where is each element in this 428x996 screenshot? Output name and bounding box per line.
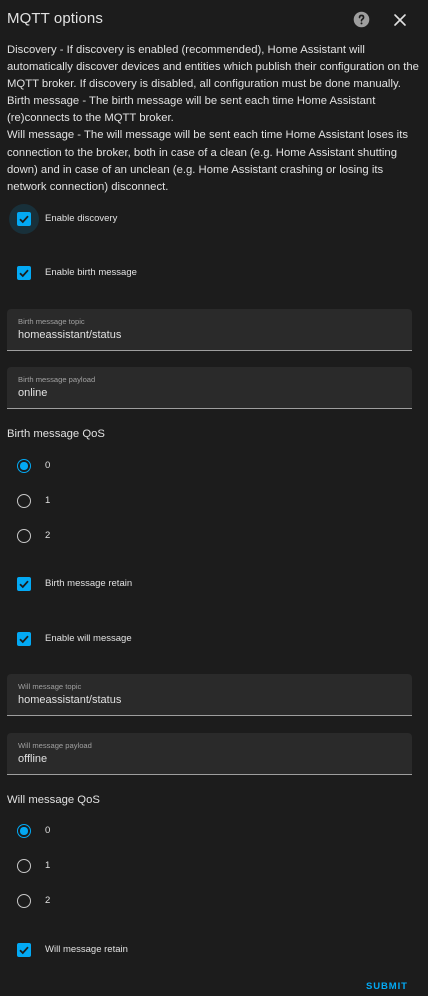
birth-qos-label-0: 0 [45,460,51,471]
birth-retain-label: Birth message retain [45,578,133,589]
will-qos-label-2: 2 [45,895,51,906]
will-qos-option[interactable]: 0 [0,817,428,847]
enable-will-label: Enable will message [45,633,132,644]
birth-qos-radio-0[interactable] [17,459,31,473]
enable-will-checkbox[interactable] [17,632,31,646]
birth-qos-label-2: 2 [45,530,51,541]
will-qos-label-1: 1 [45,860,51,871]
check-icon [19,580,29,589]
enable-birth-checkbox[interactable] [17,266,31,280]
will-qos-option[interactable]: 2 [0,887,428,917]
will-topic-field[interactable]: Will message topic homeassistant/status [7,674,412,716]
birth-topic-label: Birth message topic [18,317,85,326]
enable-will-row[interactable]: Enable will message [0,621,428,661]
will-retain-label: Will message retain [45,944,128,955]
will-retain-checkbox[interactable] [17,943,31,957]
will-payload-input[interactable]: offline [18,753,47,765]
will-qos-radio-2[interactable] [17,894,31,908]
birth-topic-input[interactable]: homeassistant/status [18,329,121,341]
birth-topic-field[interactable]: Birth message topic homeassistant/status [7,309,412,351]
description-will: Will message - The will message will be … [7,129,408,193]
enable-birth-row[interactable]: Enable birth message [0,255,428,295]
dialog-title: MQTT options [7,10,103,27]
birth-payload-field[interactable]: Birth message payload online [7,367,412,409]
birth-retain-checkbox[interactable] [17,577,31,591]
radio-dot [20,462,28,470]
will-payload-label: Will message payload [18,741,92,750]
submit-button[interactable]: SUBMIT [366,981,408,992]
description-discovery: Discovery - If discovery is enabled (rec… [7,44,419,91]
description-birth: Birth message - The birth message will b… [7,95,376,125]
will-qos-radio-0[interactable] [17,824,31,838]
birth-retain-row[interactable]: Birth message retain [0,566,428,606]
birth-payload-label: Birth message payload [18,375,96,384]
will-qos-option[interactable]: 1 [0,852,428,882]
will-qos-radio-1[interactable] [17,859,31,873]
check-icon [19,946,29,955]
birth-qos-radio-1[interactable] [17,494,31,508]
close-icon[interactable] [393,13,407,27]
radio-dot [20,827,28,835]
birth-qos-radio-2[interactable] [17,529,31,543]
will-topic-label: Will message topic [18,682,82,691]
check-icon [19,635,29,644]
birth-payload-input[interactable]: online [18,387,47,399]
check-icon [19,269,29,278]
will-qos-label-0: 0 [45,825,51,836]
dialog-header: MQTT options [0,0,428,40]
birth-qos-option[interactable]: 1 [0,487,428,517]
will-topic-input[interactable]: homeassistant/status [18,694,121,706]
enable-discovery-checkbox[interactable] [17,212,31,226]
check-icon [19,215,29,224]
help-circle-icon[interactable] [353,11,370,28]
birth-qos-option[interactable]: 0 [0,452,428,482]
birth-qos-title: Birth message QoS [7,428,105,440]
dialog-description: Discovery - If discovery is enabled (rec… [7,42,422,196]
will-payload-field[interactable]: Will message payload offline [7,733,412,775]
will-qos-title: Will message QoS [7,794,100,806]
birth-qos-label-1: 1 [45,495,51,506]
enable-birth-label: Enable birth message [45,267,137,278]
enable-discovery-label: Enable discovery [45,213,118,224]
will-retain-row[interactable]: Will message retain [0,932,428,972]
enable-discovery-row[interactable]: Enable discovery [0,201,428,241]
birth-qos-option[interactable]: 2 [0,522,428,552]
